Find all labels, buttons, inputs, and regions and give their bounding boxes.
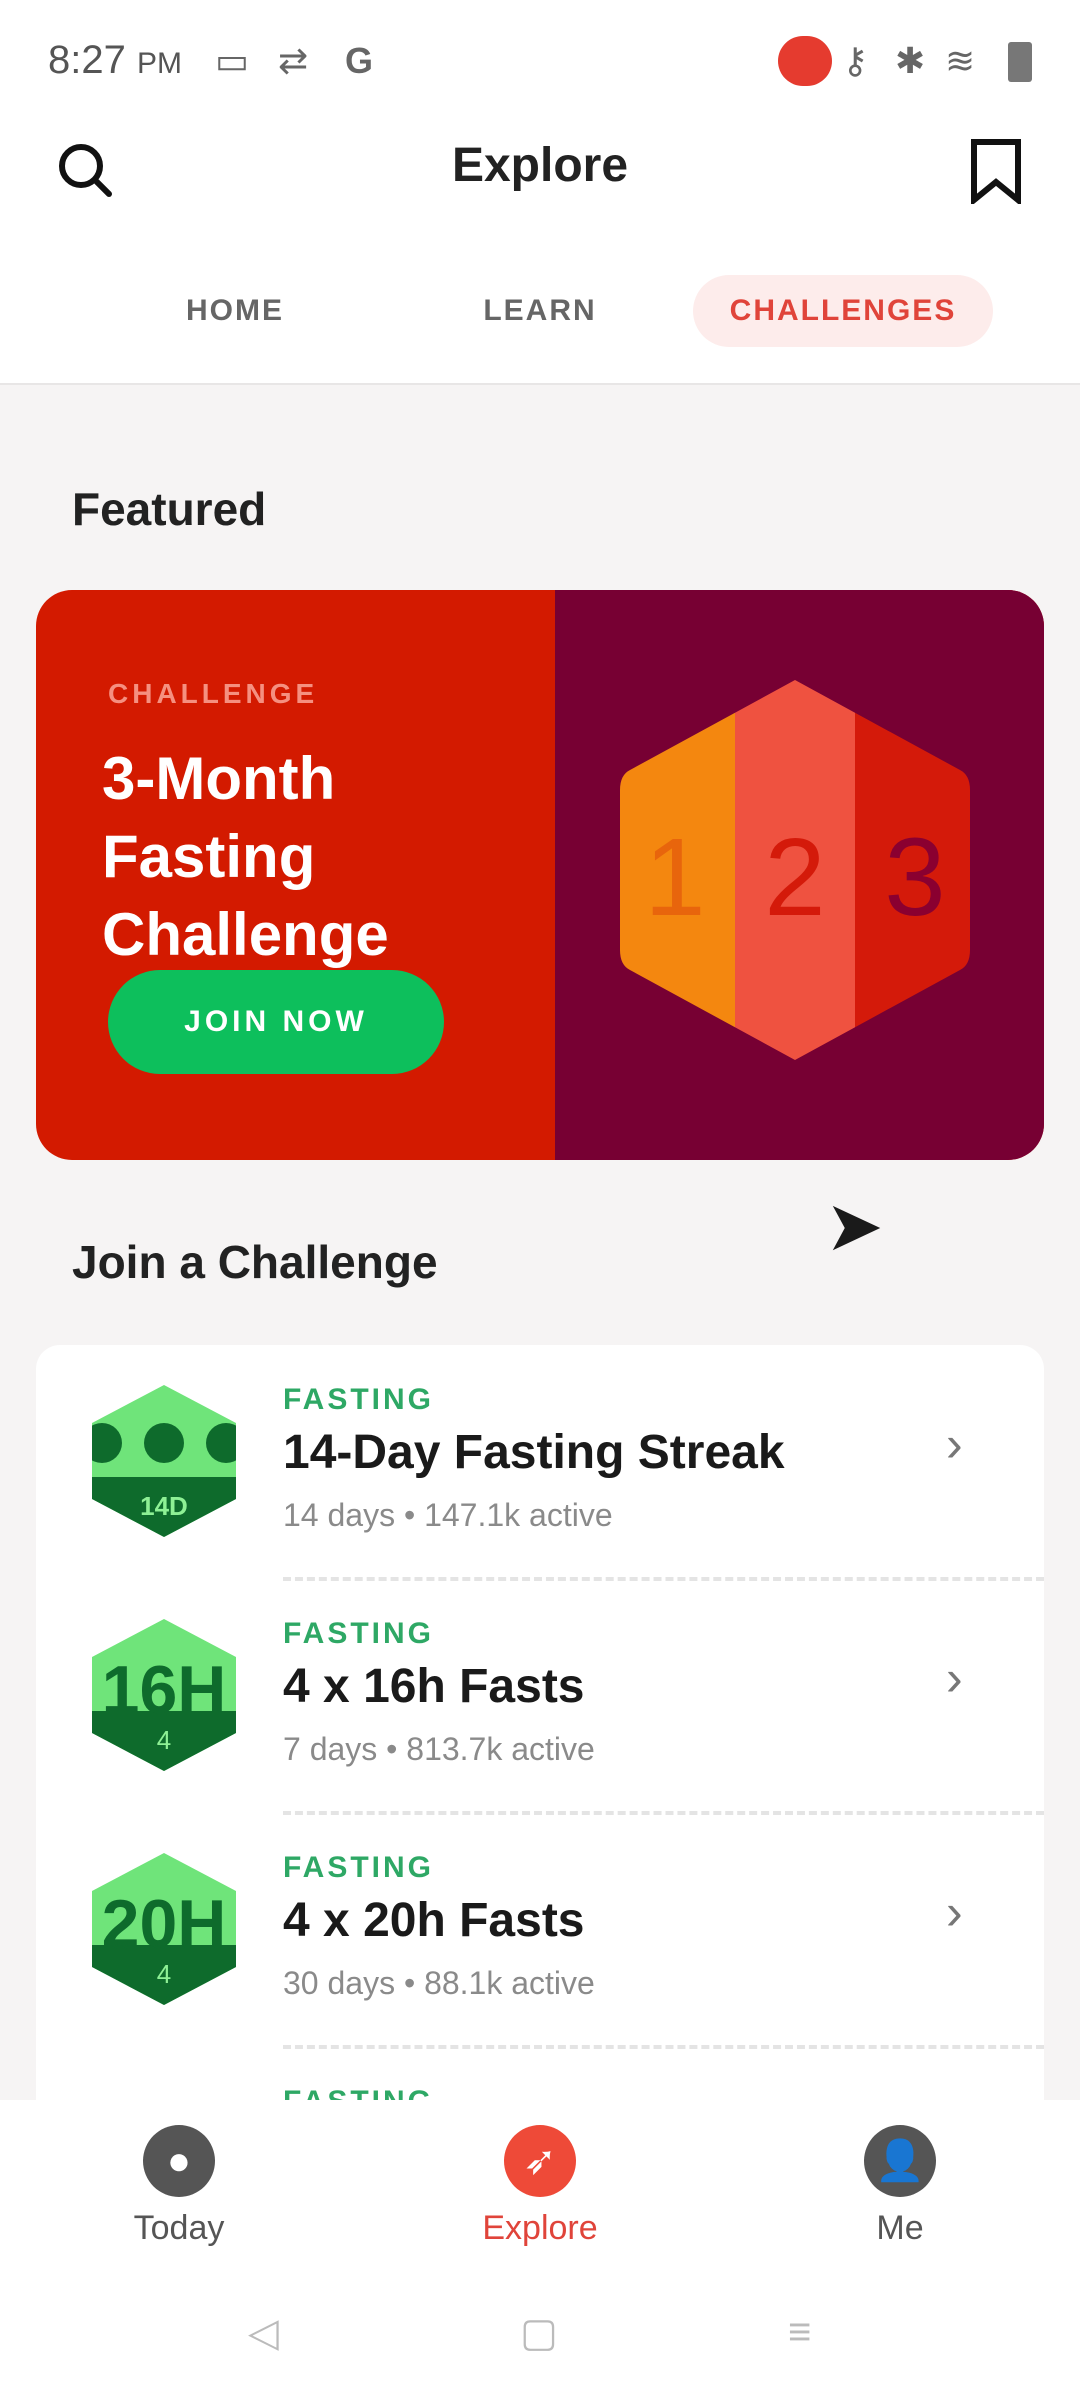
tab-home[interactable]: HOME [160,275,310,347]
tab-challenges[interactable]: CHALLENGES [693,275,993,347]
featured-challenge-banner[interactable]: 1 2 3 CHALLENGE 3-Month Fasting Challeng… [36,590,1044,1160]
challenge-category: FASTING [283,1851,435,1884]
16h-badge-icon: 16H 4 [92,1619,236,1771]
banner-headline: 3-Month Fasting Challenge [102,745,389,968]
sync-icon: ⇄ [278,40,309,81]
list-item[interactable]: 20H 4 FASTING 4 x 20h Fasts 30 days • 88… [36,1813,1044,2049]
banner-kicker: CHALLENGE [108,678,319,709]
ampm-text: PM [136,47,182,80]
20h-badge-icon: 20H 4 [92,1853,236,2005]
badge-digit-1: 1 [644,816,705,939]
badge-digit-3: 3 [884,816,945,939]
home-icon[interactable]: ▢ [520,2310,558,2356]
nav-explore[interactable]: ➶ Explore [440,2125,640,2248]
screen-record-icon: ▭ [215,40,250,81]
bluetooth-icon: ✱ [895,40,926,81]
battery-icon [1008,42,1032,82]
user-icon: 👤 [864,2125,936,2197]
join-challenge-heading: Join a Challenge [72,1236,438,1288]
chevron-right-icon: › [946,1650,963,1706]
challenge-category: FASTING [283,1617,435,1650]
challenge-meta: 30 days • 88.1k active [283,1965,595,2001]
list-item[interactable]: 16H 4 FASTING 4 x 16h Fasts 7 days • 813… [36,1579,1044,1815]
mouse-cursor-icon: ➤ [825,1187,884,1265]
featured-heading: Featured [72,483,267,535]
challenge-meta: 7 days • 813.7k active [283,1731,595,1767]
status-bar: 8:27 PM ▭ ⇄ G ⚷ ✱ ≋ [0,0,1080,125]
challenge-list: 14D FASTING 14-Day Fasting Streak 14 day… [36,1345,1044,2145]
google-icon: G [345,40,374,81]
back-icon[interactable]: ◁ [248,2310,279,2356]
status-time: 8:27 PM [48,38,182,83]
nav-label: Today [133,2209,225,2247]
wifi-icon: ≋ [945,40,976,81]
tab-learn[interactable]: LEARN [460,275,620,347]
badge-text: 14D [140,1491,188,1521]
join-now-button[interactable]: JOIN NOW [108,970,444,1074]
recents-icon[interactable]: ≡ [788,2310,811,2355]
badge-subtext: 4 [157,1959,171,1989]
nav-label: Me [876,2209,924,2247]
nav-me[interactable]: 👤 Me [800,2125,1000,2248]
challenge-meta: 14 days • 147.1k active [283,1497,613,1533]
challenge-title: 4 x 16h Fasts [283,1660,585,1713]
streak-badge-icon: 14D [92,1385,236,1537]
vpn-key-icon: ⚷ [842,40,869,81]
compass-icon: ➶ [504,2125,576,2197]
today-icon: ● [143,2125,215,2197]
badge-digit-2: 2 [764,816,825,939]
nav-today[interactable]: ● Today [79,2125,279,2248]
bookmark-icon[interactable] [970,138,1022,204]
badge-text: 16H [102,1652,227,1728]
time-text: 8:27 [48,38,126,82]
chevron-right-icon: › [946,1416,963,1472]
recording-icon [778,36,832,86]
badge-subtext: 4 [157,1725,171,1755]
three-month-badge-icon: 1 2 3 [620,680,970,1060]
list-item[interactable]: 14D FASTING 14-Day Fasting Streak 14 day… [36,1345,1044,1581]
badge-text: 20H [102,1886,227,1962]
banner-art: 1 2 3 [555,590,1044,1160]
page-title: Explore [451,139,629,192]
challenge-category: FASTING [283,1383,435,1416]
chevron-right-icon: › [946,1884,963,1940]
challenge-title: 14-Day Fasting Streak [283,1426,785,1479]
challenge-title: 4 x 20h Fasts [283,1894,585,1947]
nav-label: Explore [482,2209,598,2247]
